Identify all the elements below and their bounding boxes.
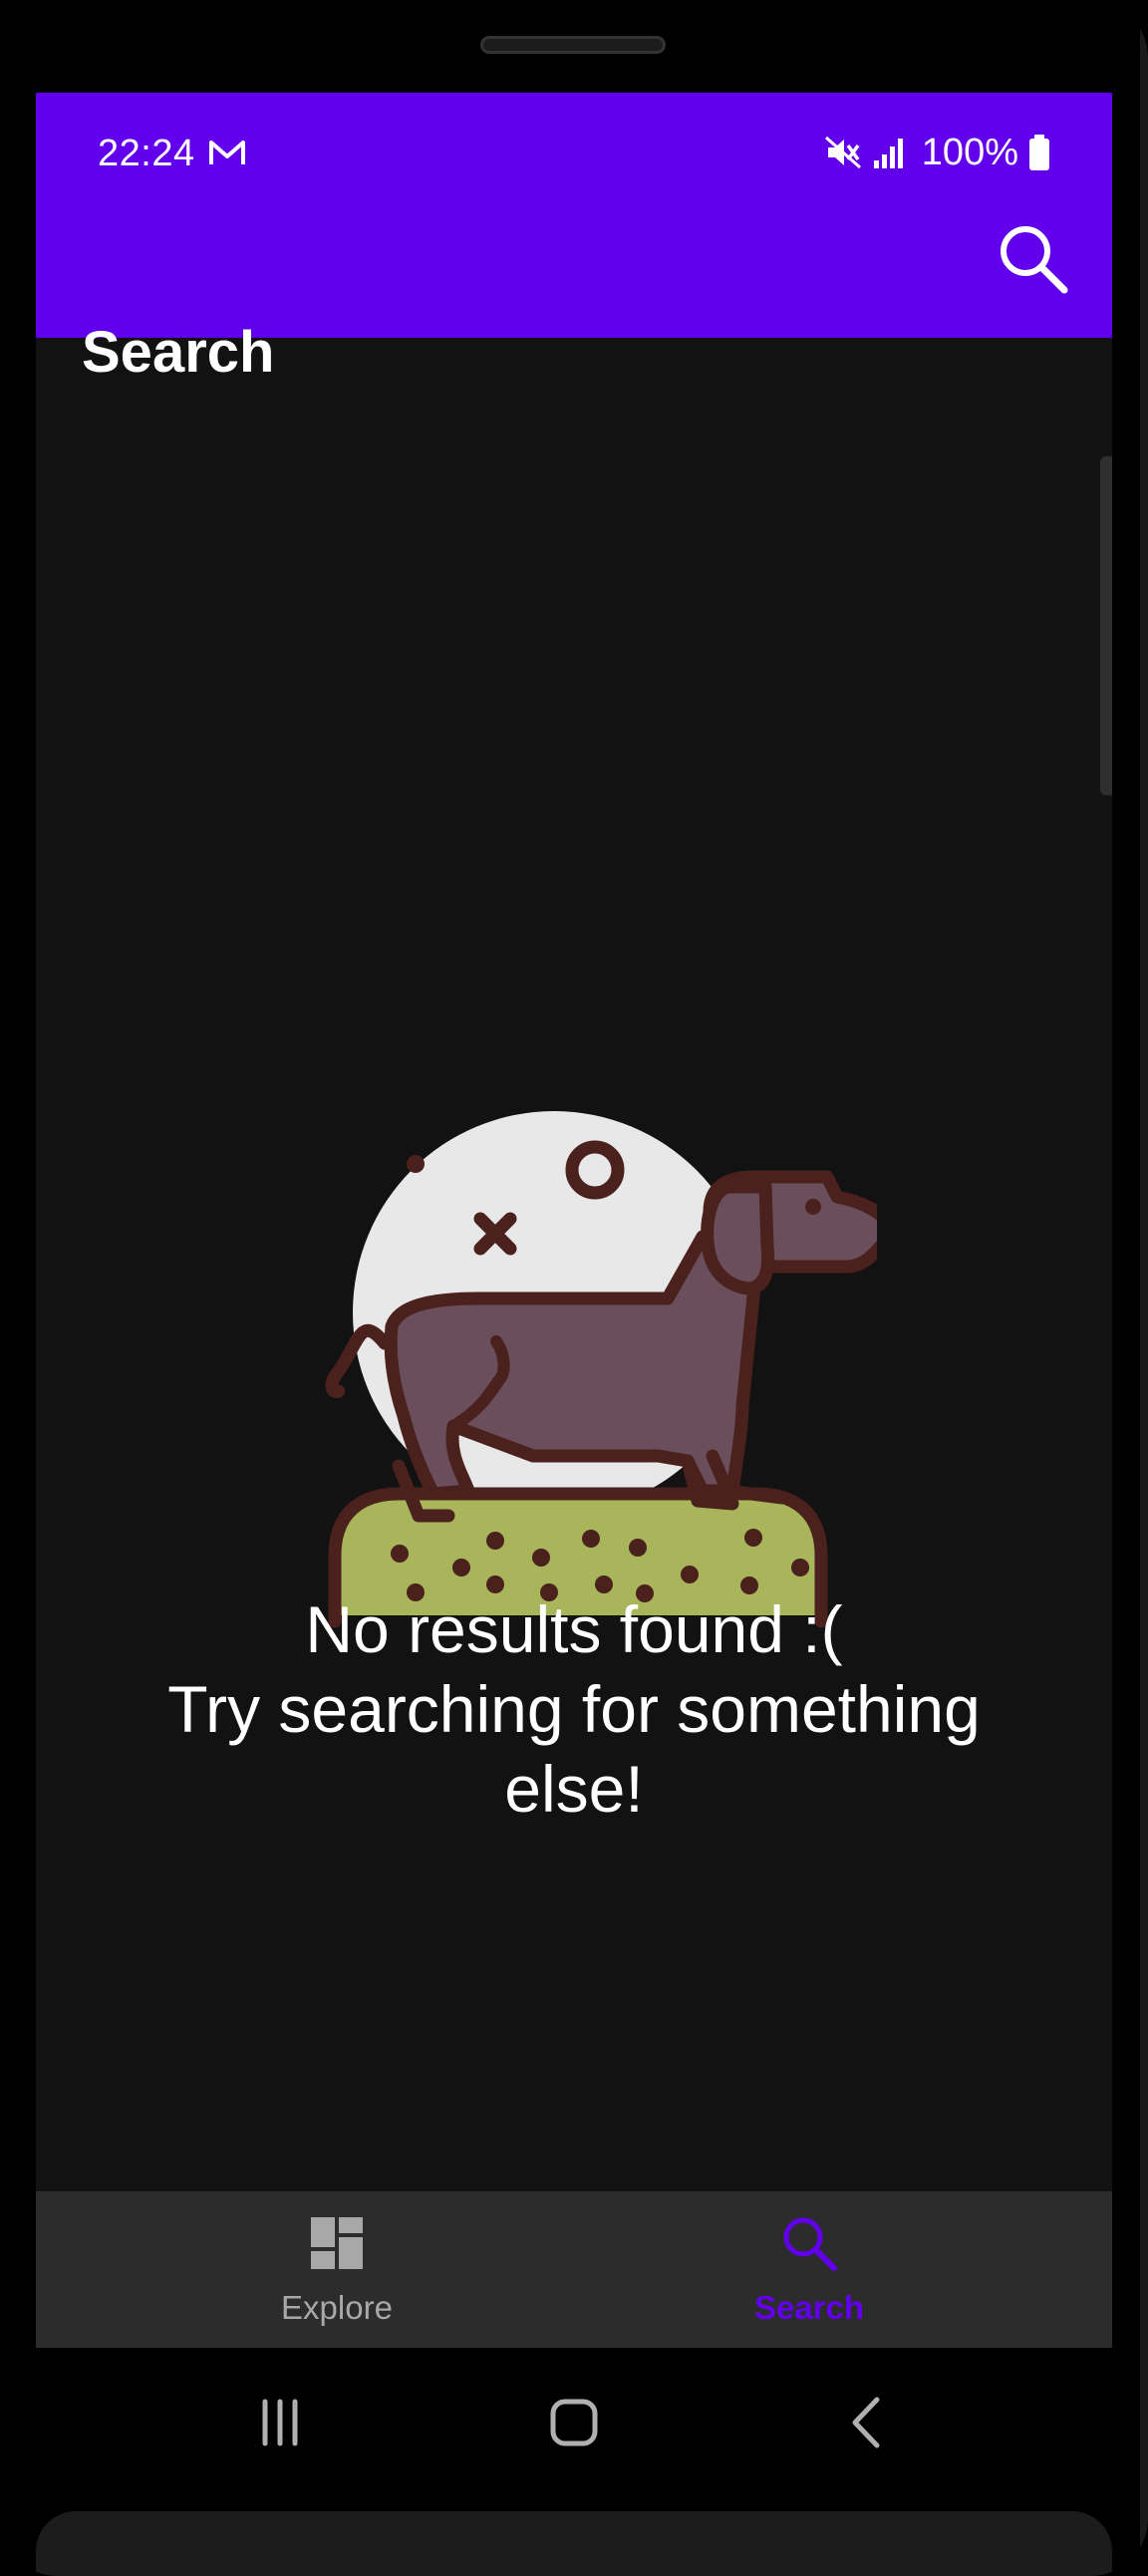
status-time: 22:24 (98, 133, 195, 174)
app-screen: 22:24 100% Search No results found:(Tr… (36, 93, 1112, 2348)
nav-item-search[interactable]: Search (660, 2191, 959, 2348)
recents-icon[interactable] (245, 2388, 315, 2457)
dashboard-icon (311, 2217, 363, 2269)
nav-label-explore: Explore (281, 2289, 393, 2326)
status-icons: 100% (824, 131, 1050, 174)
search-icon[interactable] (995, 220, 1070, 296)
gmail-icon (209, 141, 245, 164)
signal-icon (873, 139, 903, 168)
bottom-navigation: Explore Search (36, 2191, 1112, 2348)
scrollbar[interactable] (1100, 456, 1112, 795)
mute-icon (824, 136, 861, 169)
nav-label-search: Search (753, 2289, 865, 2326)
nav-item-explore[interactable]: Explore (187, 2191, 486, 2348)
earpiece-speaker (480, 36, 666, 54)
empty-state-message: No results found :( Try searching for so… (36, 1589, 1112, 1829)
system-navigation-bar (36, 2348, 1112, 2492)
battery-percent: 100% (921, 131, 1018, 173)
phone-device: 22:24 100% Search No results found:(Tr… (0, 0, 1148, 2576)
page-title: Search (82, 320, 275, 385)
status-bar: 22:24 100% (36, 93, 1112, 214)
empty-state-line-3: else! (504, 1752, 644, 1826)
device-frame-edge (1140, 0, 1148, 2576)
empty-state-line-1: No results found :( (305, 1592, 843, 1666)
empty-state-line-2: Try searching for something (167, 1672, 981, 1746)
back-icon[interactable] (833, 2388, 903, 2457)
search-icon (783, 2217, 837, 2271)
device-chin (36, 2511, 1112, 2576)
dachshund-dog-illustration (325, 1111, 877, 1628)
battery-full-icon (1029, 135, 1049, 170)
home-icon[interactable] (539, 2388, 609, 2457)
